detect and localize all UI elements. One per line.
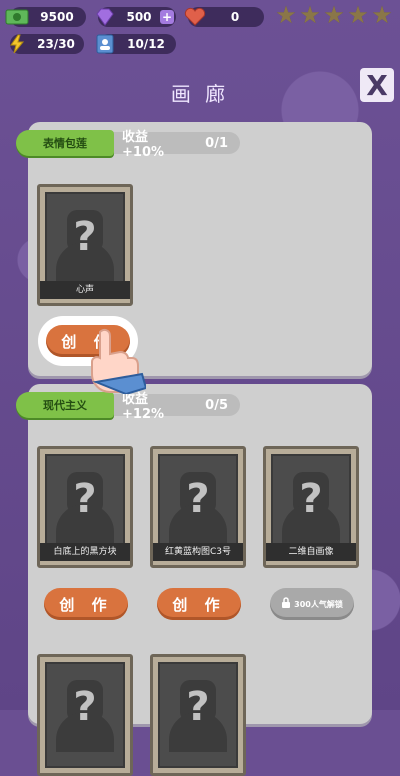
bonus-value: +10% bbox=[122, 145, 165, 160]
section-tab: 现代主义 bbox=[16, 392, 114, 418]
close-button[interactable]: X bbox=[360, 68, 394, 102]
heart-icon bbox=[182, 4, 208, 30]
section-tab: 表情包莲 bbox=[16, 130, 114, 156]
star-icon: ★ bbox=[275, 1, 297, 29]
create-button[interactable]: 创 作 bbox=[157, 588, 241, 620]
painting-caption: 红黄蓝构图C3号 bbox=[153, 543, 243, 561]
tutorial-hand-icon bbox=[86, 328, 148, 396]
star-icon: ★ bbox=[323, 1, 345, 29]
painting-caption: 二维自画像 bbox=[266, 543, 356, 561]
gallery-section-2: 收益 +12% 0/5 现代主义 ? 白底上的黑方块 ? 红黄蓝构图C3号 ? … bbox=[16, 384, 372, 776]
question-mark-icon: ? bbox=[73, 684, 97, 730]
painting-frame[interactable]: ? bbox=[150, 654, 246, 776]
painting-frame[interactable]: ? 心声 bbox=[37, 184, 133, 306]
collection-count: 0/5 bbox=[205, 397, 228, 413]
question-mark-icon: ? bbox=[186, 476, 210, 522]
painting-caption: 心声 bbox=[40, 281, 130, 299]
bonus-value: +12% bbox=[122, 407, 165, 422]
page-title: 画 廊 bbox=[170, 82, 230, 106]
star-icon: ★ bbox=[371, 1, 393, 29]
diamond-icon bbox=[92, 4, 118, 30]
painting-frame[interactable]: ? 二维自画像 bbox=[263, 446, 359, 568]
gem-counter: 500 + bbox=[96, 7, 176, 27]
painting-caption: 白底上的黑方块 bbox=[40, 543, 130, 561]
lock-icon bbox=[281, 597, 291, 611]
question-mark-icon: ? bbox=[73, 476, 97, 522]
close-icon: X bbox=[366, 68, 388, 102]
money-counter: 9500 bbox=[5, 7, 86, 27]
star-icon: ★ bbox=[299, 1, 321, 29]
energy-counter: 23/30 bbox=[10, 34, 84, 54]
collection-count: 0/1 bbox=[205, 135, 228, 151]
painting-frame[interactable]: ? 白底上的黑方块 bbox=[37, 446, 133, 568]
painting-frame[interactable]: ? 红黄蓝构图C3号 bbox=[150, 446, 246, 568]
add-gems-icon[interactable]: + bbox=[160, 10, 174, 24]
section-info-strip: 收益 +10% 0/1 bbox=[108, 130, 240, 160]
rating-stars: ★ ★ ★ ★ ★ bbox=[275, 1, 393, 29]
person-card-icon bbox=[92, 31, 118, 57]
unlock-button[interactable]: 300人气解锁 bbox=[270, 588, 354, 620]
create-button[interactable]: 创 作 bbox=[44, 588, 128, 620]
question-mark-icon: ? bbox=[186, 684, 210, 730]
star-icon: ★ bbox=[347, 1, 369, 29]
painting-frame[interactable]: ? bbox=[37, 654, 133, 776]
heart-counter: 0 bbox=[184, 7, 264, 27]
money-icon bbox=[4, 4, 30, 30]
question-mark-icon: ? bbox=[73, 214, 97, 260]
question-mark-icon: ? bbox=[299, 476, 323, 522]
people-counter: 10/12 bbox=[96, 34, 176, 54]
section-info-strip: 收益 +12% 0/5 bbox=[108, 392, 240, 422]
lightning-icon bbox=[4, 31, 30, 57]
